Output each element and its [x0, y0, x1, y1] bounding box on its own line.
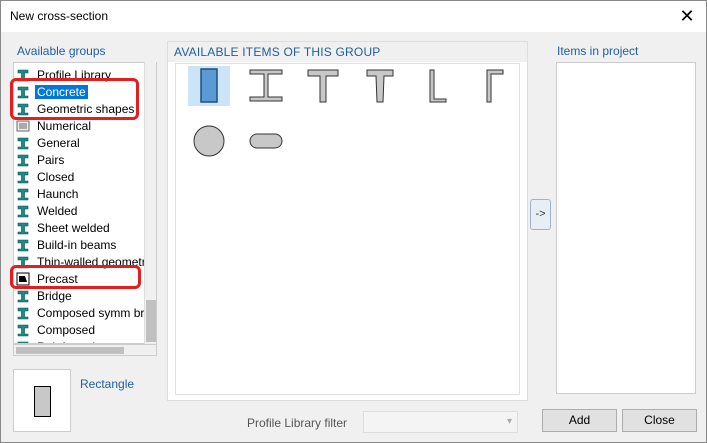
group-item[interactable]: Bridge [16, 287, 74, 304]
composed-symm-icon [16, 306, 30, 320]
numerical-icon [16, 119, 30, 133]
group-item-label: Haunch [37, 186, 79, 201]
group-item[interactable]: Welded [16, 202, 79, 219]
profile-library-filter-select[interactable]: ▾ [363, 411, 518, 433]
group-item-label: Build-in beams [37, 237, 117, 252]
i-section-shape-icon[interactable] [245, 66, 287, 106]
t-tapered-shape-icon[interactable] [359, 66, 401, 106]
sheet-welded-icon [16, 221, 30, 235]
oval-shape-icon[interactable] [245, 121, 287, 161]
build-in-beams-icon [16, 238, 30, 252]
closed-icon [16, 170, 30, 184]
group-item-label: Sheet welded [37, 220, 110, 235]
haunch-icon [16, 187, 30, 201]
circle-shape-icon[interactable] [188, 121, 230, 161]
group-item-label: Composed [37, 322, 96, 337]
l-section-shape-icon[interactable] [416, 66, 458, 106]
group-item[interactable]: Composed symm bric [16, 304, 155, 321]
group-item[interactable]: Sheet welded [16, 219, 112, 236]
window-title: New cross-section [10, 9, 109, 23]
add-to-project-arrow-button[interactable]: -> [530, 199, 551, 230]
available-items-panel: AVAILABLE ITEMS OF THIS GROUP [167, 41, 528, 401]
available-items-grid[interactable] [175, 63, 520, 395]
group-item-label: Pairs [37, 152, 65, 167]
highlight-concrete-geometric [10, 78, 139, 120]
group-item-label: Closed [37, 169, 75, 184]
new-cross-section-dialog: New cross-section ✕ Available groups Pro… [0, 0, 707, 443]
chevron-down-icon: ▾ [506, 416, 512, 427]
preview-rectangle-icon [34, 386, 51, 417]
profile-library-filter-label: Profile Library filter [247, 416, 348, 430]
group-item[interactable]: General [16, 134, 82, 151]
available-items-header: AVAILABLE ITEMS OF THIS GROUP [168, 42, 527, 62]
groups-vertical-scrollbar[interactable] [144, 62, 156, 344]
title-bar: New cross-section ✕ [1, 1, 706, 32]
scrollbar-thumb[interactable] [146, 300, 156, 342]
group-item[interactable]: Haunch [16, 185, 80, 202]
groups-horizontal-scrollbar[interactable] [13, 344, 157, 356]
bridge-icon [16, 289, 30, 303]
t-section-shape-icon[interactable] [302, 66, 344, 106]
group-item-label: Bridge [37, 288, 72, 303]
items-in-project-list[interactable] [556, 62, 696, 394]
group-item[interactable]: Composed [16, 321, 97, 338]
group-item-label: Numerical [37, 118, 92, 133]
group-item[interactable]: Pairs [16, 151, 66, 168]
highlight-precast [10, 265, 141, 289]
pairs-icon [16, 153, 30, 167]
items-in-project-label: Items in project [557, 44, 639, 58]
available-groups-label: Available groups [17, 44, 106, 58]
close-window-icon[interactable]: ✕ [676, 5, 698, 27]
scrollbar-thumb[interactable] [16, 347, 124, 354]
general-icon [16, 136, 30, 150]
group-item-label: Welded [37, 203, 78, 218]
rectangle-shape-icon[interactable] [188, 66, 230, 106]
preview-name: Rectangle [80, 377, 135, 391]
group-item[interactable]: Build-in beams [16, 236, 118, 253]
group-item-label: Composed symm bric [37, 305, 154, 320]
welded-icon [16, 204, 30, 218]
preview-box [13, 369, 71, 432]
inverted-l-shape-icon[interactable] [473, 66, 515, 106]
add-button[interactable]: Add [542, 409, 617, 432]
close-button[interactable]: Close [622, 409, 697, 432]
group-item[interactable]: Closed [16, 168, 76, 185]
composed-icon [16, 323, 30, 337]
group-item-label: General [37, 135, 80, 150]
